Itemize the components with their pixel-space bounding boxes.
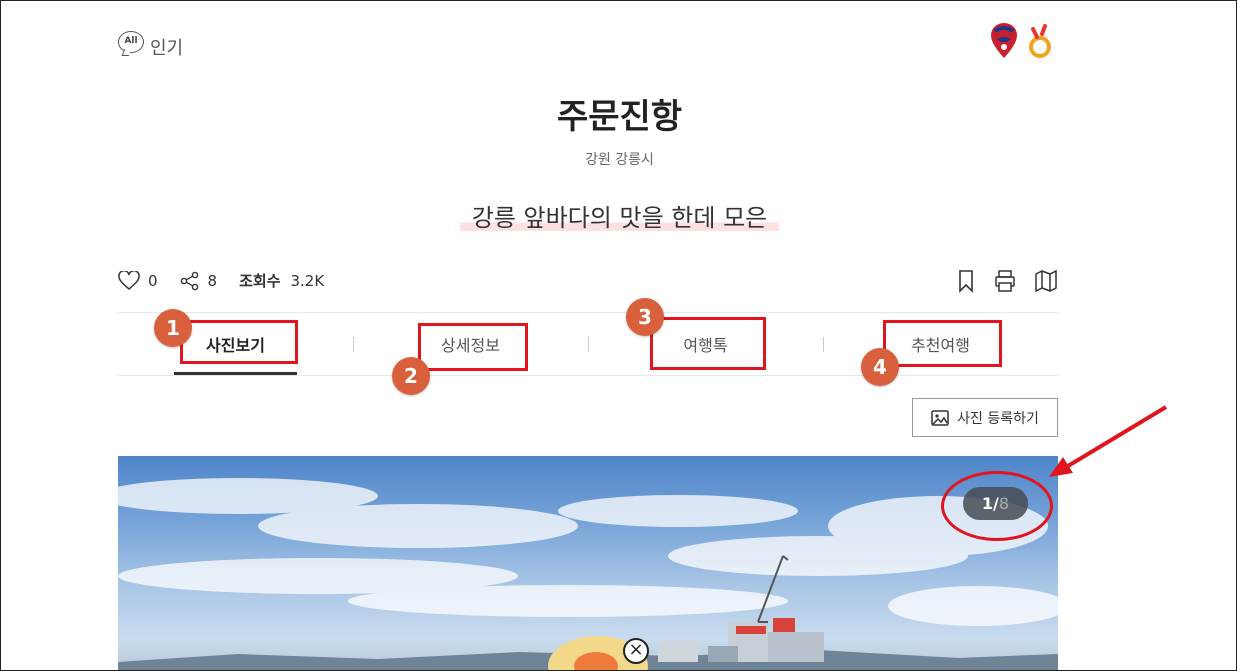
tab-separator (588, 337, 589, 352)
logos (989, 23, 1053, 59)
active-tab-indicator (174, 372, 297, 375)
image-icon (931, 409, 949, 426)
ring-logo-icon (1029, 24, 1051, 58)
region-label: 강원 강릉시 (585, 152, 654, 168)
page-title: 주문진항 (556, 97, 683, 137)
highlight-box-4 (883, 320, 1002, 367)
harbor-photo-image (118, 478, 1058, 670)
all-icon: All (118, 31, 144, 53)
tab-separator (353, 337, 354, 352)
share-count: 8 (207, 271, 218, 290)
tagline-wrap: 강릉 앞바다의 맛을 한데 모은 (1, 198, 1236, 233)
tagline: 강릉 앞바다의 맛을 한데 모은 (459, 198, 780, 233)
popular-label: 인기 (150, 38, 184, 59)
stats-row: 0 8 조회수 3.2K (118, 270, 346, 291)
korea-logo-icon (991, 23, 1017, 58)
upload-photo-button[interactable]: 사진 등록하기 (912, 398, 1058, 437)
heart-icon (118, 270, 140, 290)
like-count: 0 (148, 271, 158, 290)
share-icon (180, 271, 198, 290)
page-frame: All 인기 주문진항 강원 강릉시 강릉 앞바다의 맛을 한데 모은 0 8 (0, 0, 1237, 671)
step-badge-3: 3 (626, 298, 664, 336)
arrow-icon (1049, 405, 1168, 477)
step-badge-1: 1 (154, 309, 192, 347)
views-count: 3.2K (290, 271, 325, 290)
bookmark-icon[interactable] (956, 269, 976, 293)
tool-icons (956, 269, 1058, 293)
highlight-box-1 (180, 320, 298, 364)
highlight-ellipse (941, 471, 1053, 541)
tab-separator (823, 337, 824, 352)
share-button[interactable]: 8 (180, 271, 218, 291)
popular-link[interactable]: All 인기 (118, 24, 183, 60)
views-label: 조회수 (239, 272, 281, 290)
like-button[interactable]: 0 (118, 270, 158, 291)
map-icon[interactable] (1034, 269, 1058, 293)
highlight-box-2 (418, 323, 528, 371)
upload-label: 사진 등록하기 (957, 410, 1039, 427)
views: 조회수 3.2K (239, 270, 324, 291)
highlight-box-3 (650, 317, 766, 370)
step-badge-4: 4 (861, 348, 899, 386)
gallery-photo[interactable] (118, 456, 1058, 670)
close-icon[interactable]: × (623, 638, 649, 664)
print-icon[interactable] (994, 269, 1016, 293)
step-badge-2: 2 (392, 357, 430, 395)
